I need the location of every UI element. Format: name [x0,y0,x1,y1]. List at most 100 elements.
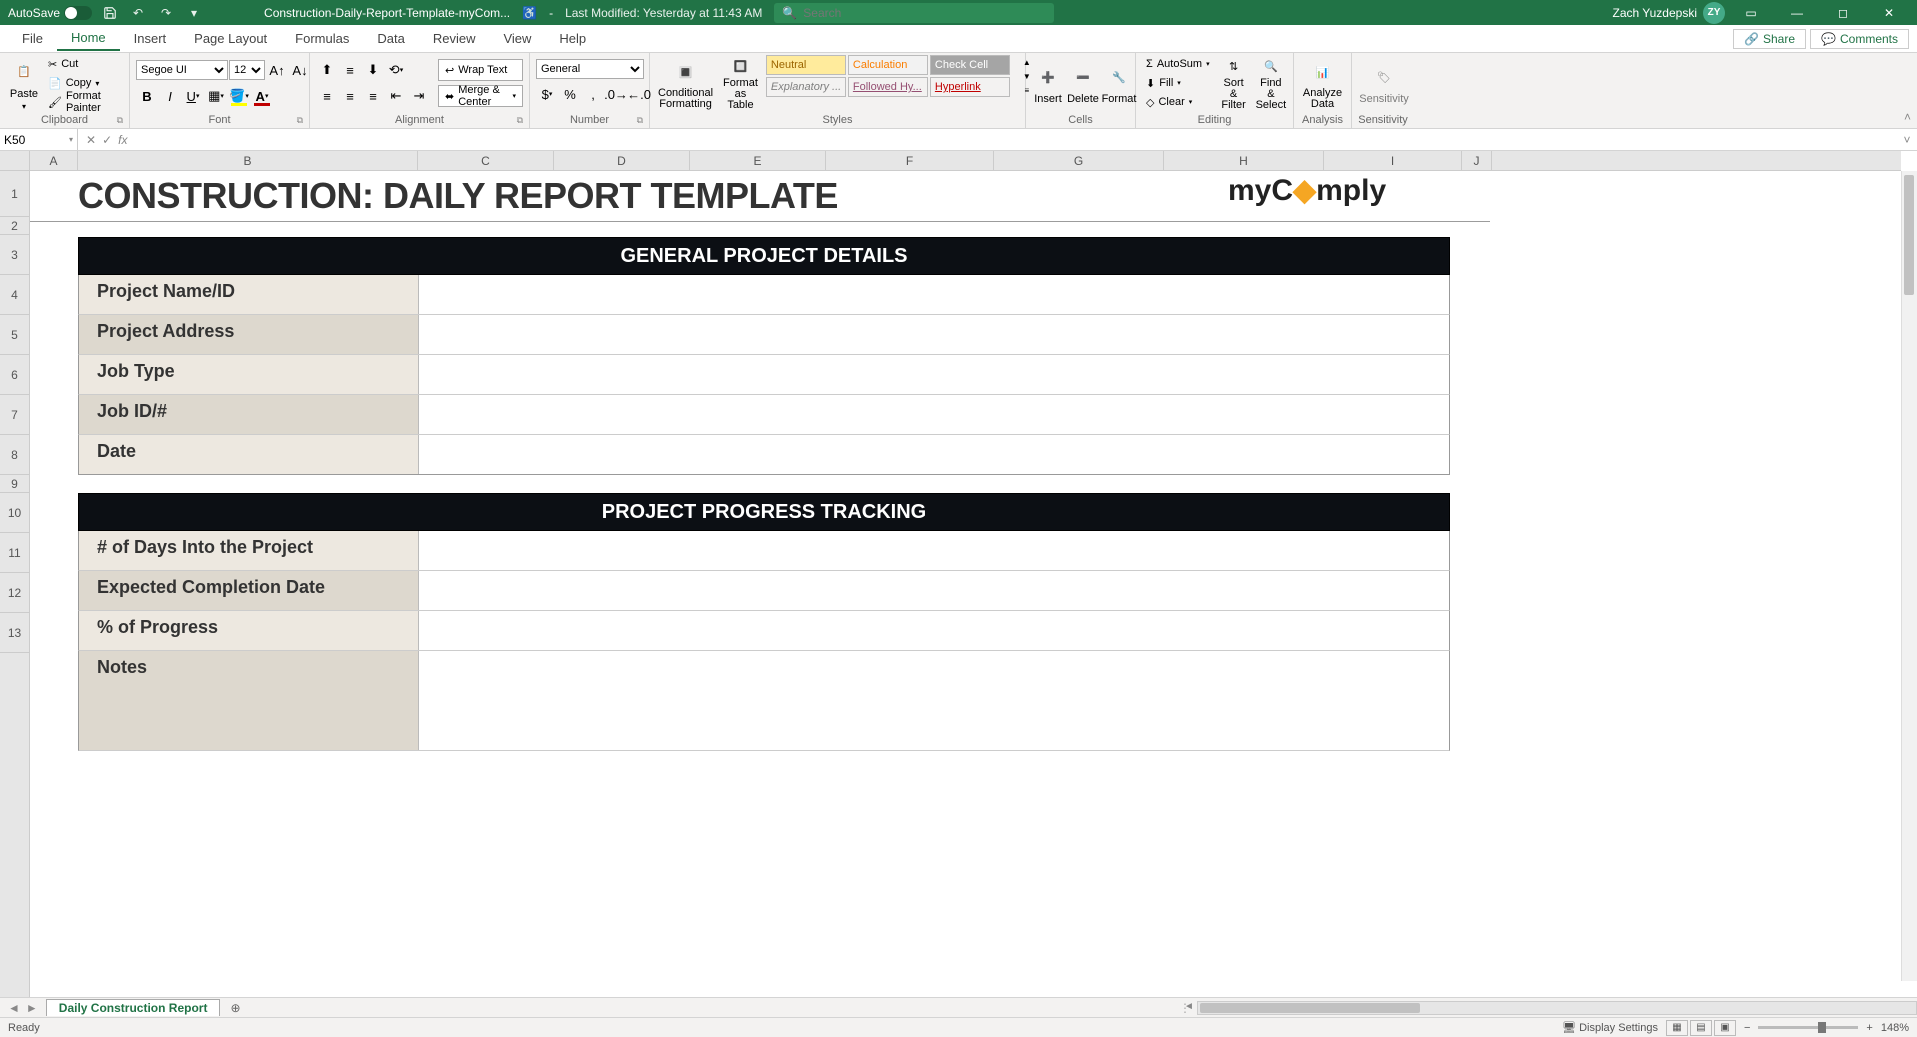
style-hyperlink[interactable]: Hyperlink [930,77,1010,97]
zoom-in-button[interactable]: + [1866,1022,1872,1034]
style-followed-hyperlink[interactable]: Followed Hy... [848,77,928,97]
autosave-toggle[interactable]: AutoSave [8,6,92,20]
column-header[interactable]: C [418,151,554,170]
qat-customize-icon[interactable]: ▾ [184,3,204,23]
field-value-cell[interactable] [419,611,1449,650]
italic-button[interactable]: I [159,85,181,107]
add-sheet-button[interactable]: ⊕ [220,1001,250,1015]
zoom-slider[interactable] [1758,1026,1858,1029]
font-dialog-icon[interactable]: ⧉ [297,115,303,126]
align-top-icon[interactable]: ⬆ [316,59,338,81]
tab-page-layout[interactable]: Page Layout [180,27,281,50]
style-check-cell[interactable]: Check Cell [930,55,1010,75]
decrease-decimal-icon[interactable]: ←.0 [628,83,650,105]
enter-formula-icon[interactable]: ✓ [102,133,112,147]
tab-review[interactable]: Review [419,27,490,50]
accessibility-icon[interactable]: ♿ [522,6,537,20]
tab-insert[interactable]: Insert [120,27,181,50]
number-dialog-icon[interactable]: ⧉ [637,115,643,126]
analyze-data-button[interactable]: 📊Analyze Data [1300,55,1345,113]
cancel-formula-icon[interactable]: ✕ [86,133,96,147]
align-left-icon[interactable]: ≡ [316,85,338,107]
find-select-button[interactable]: 🔍Find & Select [1254,55,1289,113]
select-all-corner[interactable] [0,151,30,171]
increase-indent-icon[interactable]: ⇥ [408,85,430,107]
font-color-button[interactable]: A▾ [251,85,273,107]
field-value-cell[interactable] [419,435,1449,474]
row-header[interactable]: 8 [0,435,29,475]
spreadsheet-grid[interactable]: ABCDEFGHIJ 12345678910111213 CONSTRUCTIO… [0,151,1917,997]
close-icon[interactable]: ✕ [1869,0,1909,25]
collapse-ribbon-icon[interactable]: ˄ [1904,110,1911,124]
field-value-cell[interactable] [419,355,1449,394]
paste-button[interactable]: 📋 Paste▾ [6,55,42,113]
vertical-scrollbar[interactable] [1901,171,1917,981]
column-header[interactable]: F [826,151,994,170]
hscroll-left-icon[interactable]: ◄ [1184,1001,1194,1012]
sheet-nav-prev-icon[interactable]: ◄ [8,1001,20,1015]
view-page-break-icon[interactable]: ▣ [1714,1020,1736,1036]
field-value-cell[interactable] [419,571,1449,610]
number-format-select[interactable]: General [536,59,644,79]
column-header[interactable]: J [1462,151,1492,170]
merge-center-button[interactable]: ⬌ Merge & Center ▾ [438,85,523,107]
view-normal-icon[interactable]: ▦ [1666,1020,1688,1036]
save-icon[interactable] [100,3,120,23]
sheet-nav-next-icon[interactable]: ► [26,1001,38,1015]
row-header[interactable]: 1 [0,171,29,217]
expand-formula-bar-icon[interactable]: ˅ [1897,129,1917,150]
row-header[interactable]: 9 [0,475,29,493]
name-box[interactable]: ▾ [0,129,78,150]
decrease-font-icon[interactable]: A↓ [289,59,311,81]
minimize-icon[interactable]: — [1777,0,1817,25]
align-middle-icon[interactable]: ≡ [339,59,361,81]
ribbon-display-icon[interactable]: ▭ [1731,0,1771,25]
tab-help[interactable]: Help [545,27,600,50]
row-header[interactable]: 12 [0,573,29,613]
tab-home[interactable]: Home [57,26,120,51]
zoom-out-button[interactable]: − [1744,1022,1750,1034]
font-name-select[interactable]: Segoe UI [136,60,228,80]
accounting-format-icon[interactable]: $▾ [536,83,558,105]
undo-icon[interactable]: ↶ [128,3,148,23]
display-settings-button[interactable]: 🖥 Display Settings [1562,1021,1658,1034]
field-value-cell[interactable] [419,531,1449,570]
clipboard-dialog-icon[interactable]: ⧉ [117,115,123,126]
insert-cells-button[interactable]: ➕Insert [1032,55,1064,113]
wrap-text-button[interactable]: ↩ Wrap Text [438,59,523,81]
comma-format-icon[interactable]: , [582,83,604,105]
insert-function-icon[interactable]: fx [118,133,127,147]
align-center-icon[interactable]: ≡ [339,85,361,107]
fill-button[interactable]: ⬇ Fill ▾ [1142,74,1214,92]
align-right-icon[interactable]: ≡ [362,85,384,107]
align-bottom-icon[interactable]: ⬇ [362,59,384,81]
row-header[interactable]: 10 [0,493,29,533]
search-input[interactable] [803,6,1046,20]
column-header[interactable]: D [554,151,690,170]
clear-button[interactable]: ◇ Clear ▾ [1142,93,1214,111]
style-explanatory[interactable]: Explanatory ... [766,77,846,97]
column-header[interactable]: I [1324,151,1462,170]
increase-font-icon[interactable]: A↑ [266,59,288,81]
field-value-cell[interactable] [419,315,1449,354]
format-painter-button[interactable]: 🖌 Format Painter [44,93,123,111]
user-avatar[interactable]: ZY [1703,2,1725,24]
tab-formulas[interactable]: Formulas [281,27,363,50]
autosum-button[interactable]: Σ AutoSum ▾ [1142,55,1214,73]
column-header[interactable]: A [30,151,78,170]
fill-color-button[interactable]: 🪣▾ [228,85,250,107]
bold-button[interactable]: B [136,85,158,107]
view-page-layout-icon[interactable]: ▤ [1690,1020,1712,1036]
alignment-dialog-icon[interactable]: ⧉ [517,115,523,126]
column-header[interactable]: H [1164,151,1324,170]
decrease-indent-icon[interactable]: ⇤ [385,85,407,107]
sensitivity-button[interactable]: 🏷Sensitivity [1358,55,1410,113]
row-header[interactable]: 7 [0,395,29,435]
redo-icon[interactable]: ↷ [156,3,176,23]
conditional-formatting-button[interactable]: 🔳Conditional Formatting [656,55,715,113]
sort-filter-button[interactable]: ⇅Sort & Filter [1218,55,1250,113]
style-calculation[interactable]: Calculation [848,55,928,75]
horizontal-scrollbar[interactable]: ◄ ► [1197,1001,1917,1015]
column-header[interactable]: E [690,151,826,170]
orientation-icon[interactable]: ⟲▾ [385,59,407,81]
